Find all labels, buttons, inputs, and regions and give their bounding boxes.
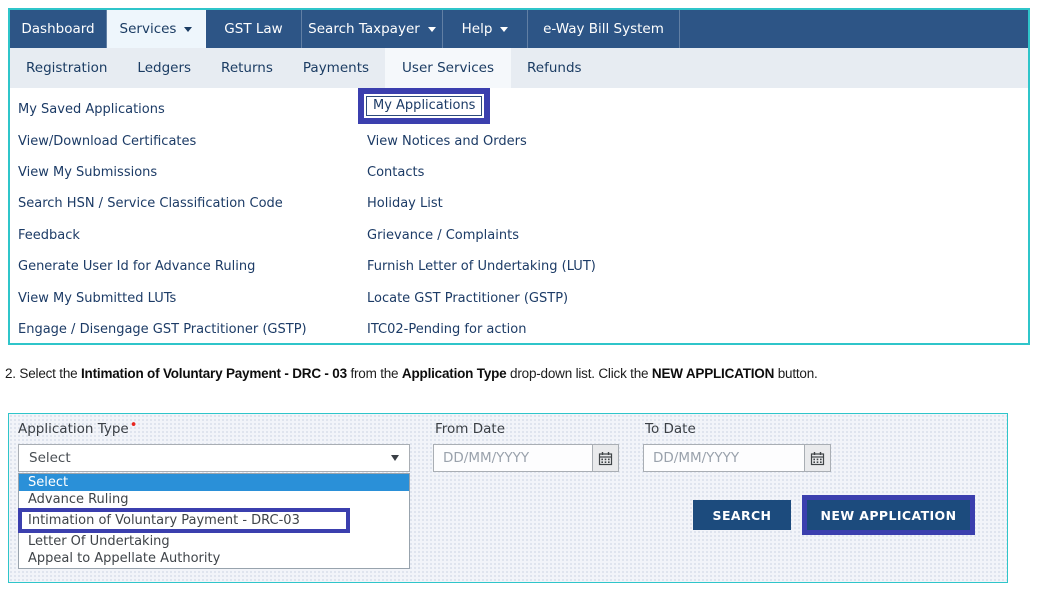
from-date-group: [433, 444, 619, 472]
nav-item-services[interactable]: Services: [107, 10, 206, 48]
nav-item-help[interactable]: Help: [443, 10, 528, 48]
option-row-drc03: Intimation of Voluntary Payment - DRC-03: [19, 508, 409, 533]
menu-item-my-applications[interactable]: My Applications: [366, 96, 482, 116]
step-instruction: 2. Select the Intimation of Voluntary Pa…: [5, 366, 1025, 381]
option-appeal-appellate-authority[interactable]: Appeal to Appellate Authority: [19, 550, 409, 567]
menu-item-search-hsn[interactable]: Search HSN / Service Classification Code: [18, 196, 283, 211]
menu-item-view-my-submitted-luts[interactable]: View My Submitted LUTs: [18, 291, 176, 306]
subnav-label: Refunds: [527, 60, 582, 76]
nav-item-eway-bill[interactable]: e-Way Bill System: [528, 10, 680, 48]
caret-down-icon: [184, 27, 192, 32]
subnav-item-refunds[interactable]: Refunds: [513, 48, 596, 88]
instruction-bold: Intimation of Voluntary Payment - DRC - …: [81, 366, 347, 381]
menu-item-grievance-complaints[interactable]: Grievance / Complaints: [367, 228, 519, 243]
instruction-bold: NEW APPLICATION: [652, 366, 774, 381]
nav-label: Dashboard: [21, 21, 94, 37]
services-mega-menu: Dashboard Services GST Law Search Taxpay…: [8, 8, 1030, 345]
nav-label: e-Way Bill System: [543, 21, 664, 37]
my-applications-search-panel: Application Type• Select Select Advance …: [8, 413, 1008, 583]
highlight-box-my-applications: My Applications: [358, 88, 490, 124]
option-letter-of-undertaking[interactable]: Letter Of Undertaking: [19, 533, 409, 550]
subnav-label: Payments: [303, 60, 369, 76]
application-type-select[interactable]: Select: [18, 444, 410, 472]
subnav-item-ledgers[interactable]: Ledgers: [123, 48, 205, 88]
nav-item-gst-law[interactable]: GST Law: [206, 10, 302, 48]
subnav-label: Returns: [221, 60, 273, 76]
calendar-icon: [810, 451, 825, 466]
instruction-text: 2. Select the: [5, 366, 81, 381]
menu-item-feedback[interactable]: Feedback: [18, 228, 80, 243]
menu-item-view-download-certificates[interactable]: View/Download Certificates: [18, 134, 196, 149]
search-button[interactable]: SEARCH: [693, 500, 791, 530]
menu-column-right: My Applications View Notices and Orders …: [367, 94, 797, 345]
subnav-label: Ledgers: [137, 60, 191, 76]
subnav-label: Registration: [26, 60, 107, 76]
required-marker: •: [130, 418, 138, 433]
highlight-box-new-application: NEW APPLICATION: [802, 495, 975, 535]
subnav-label: User Services: [402, 60, 494, 76]
option-intimation-voluntary-payment-drc03[interactable]: Intimation of Voluntary Payment - DRC-03: [28, 513, 300, 528]
instruction-text: button.: [774, 366, 817, 381]
menu-item-contacts[interactable]: Contacts: [367, 165, 424, 180]
menu-item-locate-gstp[interactable]: Locate GST Practitioner (GSTP): [367, 291, 568, 306]
services-subnav: Registration Ledgers Returns Payments Us…: [10, 48, 1028, 88]
subnav-item-payments[interactable]: Payments: [289, 48, 383, 88]
to-date-input[interactable]: [643, 444, 805, 472]
menu-item-itc02-pending[interactable]: ITC02-Pending for action: [367, 322, 526, 337]
calendar-icon: [598, 451, 613, 466]
menu-item-furnish-lut[interactable]: Furnish Letter of Undertaking (LUT): [367, 259, 596, 274]
user-services-menu: My Saved Applications View/Download Cert…: [10, 88, 1028, 343]
menu-item-holiday-list[interactable]: Holiday List: [367, 196, 443, 211]
instruction-text: drop-down list. Click the: [506, 366, 651, 381]
to-date-group: [643, 444, 831, 472]
application-type-options: Select Advance Ruling Intimation of Volu…: [18, 473, 410, 569]
nav-label: Help: [462, 21, 493, 37]
page: Dashboard Services GST Law Search Taxpay…: [0, 0, 1042, 590]
from-date-label: From Date: [435, 421, 505, 437]
label-text: Application Type: [18, 421, 129, 437]
highlight-box-drc03: Intimation of Voluntary Payment - DRC-03: [18, 508, 350, 533]
main-navbar: Dashboard Services GST Law Search Taxpay…: [10, 10, 1028, 48]
application-type-label: Application Type•: [18, 421, 137, 437]
nav-item-search-taxpayer[interactable]: Search Taxpayer: [302, 10, 443, 48]
instruction-text: from the: [347, 366, 402, 381]
subnav-item-registration[interactable]: Registration: [12, 48, 121, 88]
subnav-item-returns[interactable]: Returns: [207, 48, 287, 88]
to-date-calendar-button[interactable]: [805, 444, 831, 472]
subnav-item-user-services[interactable]: User Services: [385, 48, 511, 88]
menu-item-engage-disengage-gstp[interactable]: Engage / Disengage GST Practitioner (GST…: [18, 322, 307, 337]
menu-column-left: My Saved Applications View/Download Cert…: [18, 94, 363, 345]
caret-down-icon: [428, 27, 436, 32]
from-date-input[interactable]: [433, 444, 593, 472]
option-select[interactable]: Select: [19, 474, 409, 491]
menu-item-view-notices-orders[interactable]: View Notices and Orders: [367, 134, 527, 149]
menu-item-my-saved-applications[interactable]: My Saved Applications: [18, 102, 165, 117]
select-caret-icon: [391, 455, 399, 461]
option-advance-ruling[interactable]: Advance Ruling: [19, 491, 409, 508]
nav-label: Services: [120, 21, 177, 37]
nav-label: GST Law: [224, 21, 282, 37]
nav-label: Search Taxpayer: [308, 21, 420, 37]
instruction-bold: Application Type: [402, 366, 507, 381]
nav-item-dashboard[interactable]: Dashboard: [10, 10, 107, 48]
selected-value: Select: [29, 450, 71, 466]
menu-item-generate-userid-advance-ruling[interactable]: Generate User Id for Advance Ruling: [18, 259, 255, 274]
caret-down-icon: [500, 27, 508, 32]
to-date-label: To Date: [645, 421, 696, 437]
navbar-filler: [680, 10, 1028, 48]
menu-item-view-my-submissions[interactable]: View My Submissions: [18, 165, 157, 180]
new-application-button[interactable]: NEW APPLICATION: [807, 500, 970, 530]
from-date-calendar-button[interactable]: [593, 444, 619, 472]
